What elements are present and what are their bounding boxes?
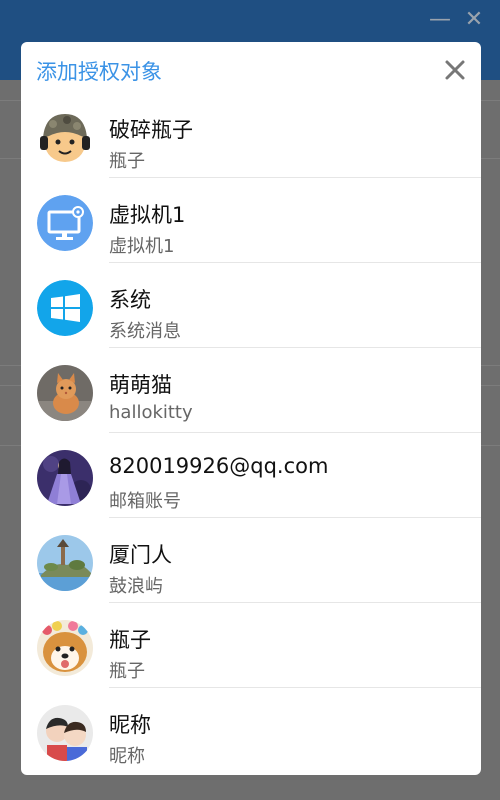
- item-subtitle: 鼓浪屿: [109, 576, 163, 597]
- item-subtitle: 瓶子: [109, 151, 145, 172]
- list-item[interactable]: 昵称 昵称: [21, 695, 481, 775]
- dialog-header: 添加授权对象: [21, 42, 481, 100]
- authorize-dialog: 添加授权对象 破碎瓶子 瓶子 虚拟机1 虚拟机1 系统 系统消息 萌萌猫 hal…: [21, 42, 481, 775]
- item-name: 萌萌猫: [109, 373, 172, 397]
- list-item[interactable]: 系统 系统消息: [21, 270, 481, 355]
- window-close-icon[interactable]: ✕: [460, 6, 488, 34]
- monitor-gear-icon: [37, 195, 93, 251]
- list-item[interactable]: 820019926@qq.com 邮箱账号: [21, 440, 481, 525]
- item-name: 虚拟机1: [109, 203, 186, 227]
- list-item[interactable]: 萌萌猫 hallokitty: [21, 355, 481, 440]
- children-photo-avatar: [37, 705, 93, 761]
- item-subtitle: 昵称: [109, 746, 145, 767]
- dialog-title: 添加授权对象: [36, 60, 162, 84]
- island-photo-avatar: [37, 535, 93, 591]
- divider: [109, 602, 481, 603]
- item-name: 厦门人: [109, 543, 172, 567]
- list-item[interactable]: 破碎瓶子 瓶子: [21, 100, 481, 185]
- list-item[interactable]: 虚拟机1 虚拟机1: [21, 185, 481, 270]
- item-subtitle: 虚拟机1: [109, 236, 175, 257]
- divider: [109, 262, 481, 263]
- item-name: 昵称: [109, 713, 151, 737]
- divider: [109, 432, 481, 433]
- item-subtitle: 瓶子: [109, 661, 145, 682]
- close-icon[interactable]: [441, 56, 469, 84]
- item-name: 瓶子: [109, 628, 151, 652]
- divider: [109, 687, 481, 688]
- soldier-cartoon-avatar: [37, 110, 93, 166]
- item-name: 破碎瓶子: [109, 118, 193, 142]
- item-subtitle: hallokitty: [109, 402, 193, 423]
- list-item[interactable]: 瓶子 瓶子: [21, 610, 481, 695]
- kitten-photo-avatar: [37, 365, 93, 421]
- shiba-dog-photo-avatar: [37, 620, 93, 676]
- divider: [109, 347, 481, 348]
- contact-list: 破碎瓶子 瓶子 虚拟机1 虚拟机1 系统 系统消息 萌萌猫 hallokitty…: [21, 100, 481, 775]
- purple-dress-photo-avatar: [37, 450, 93, 506]
- item-subtitle: 邮箱账号: [109, 491, 181, 512]
- list-item[interactable]: 厦门人 鼓浪屿: [21, 525, 481, 610]
- item-name: 系统: [109, 288, 151, 312]
- divider: [109, 177, 481, 178]
- minimize-icon[interactable]: —: [426, 6, 454, 34]
- windows-logo-icon: [37, 280, 93, 336]
- item-subtitle: 系统消息: [109, 321, 181, 342]
- divider: [109, 517, 481, 518]
- item-name: 820019926@qq.com: [109, 454, 329, 478]
